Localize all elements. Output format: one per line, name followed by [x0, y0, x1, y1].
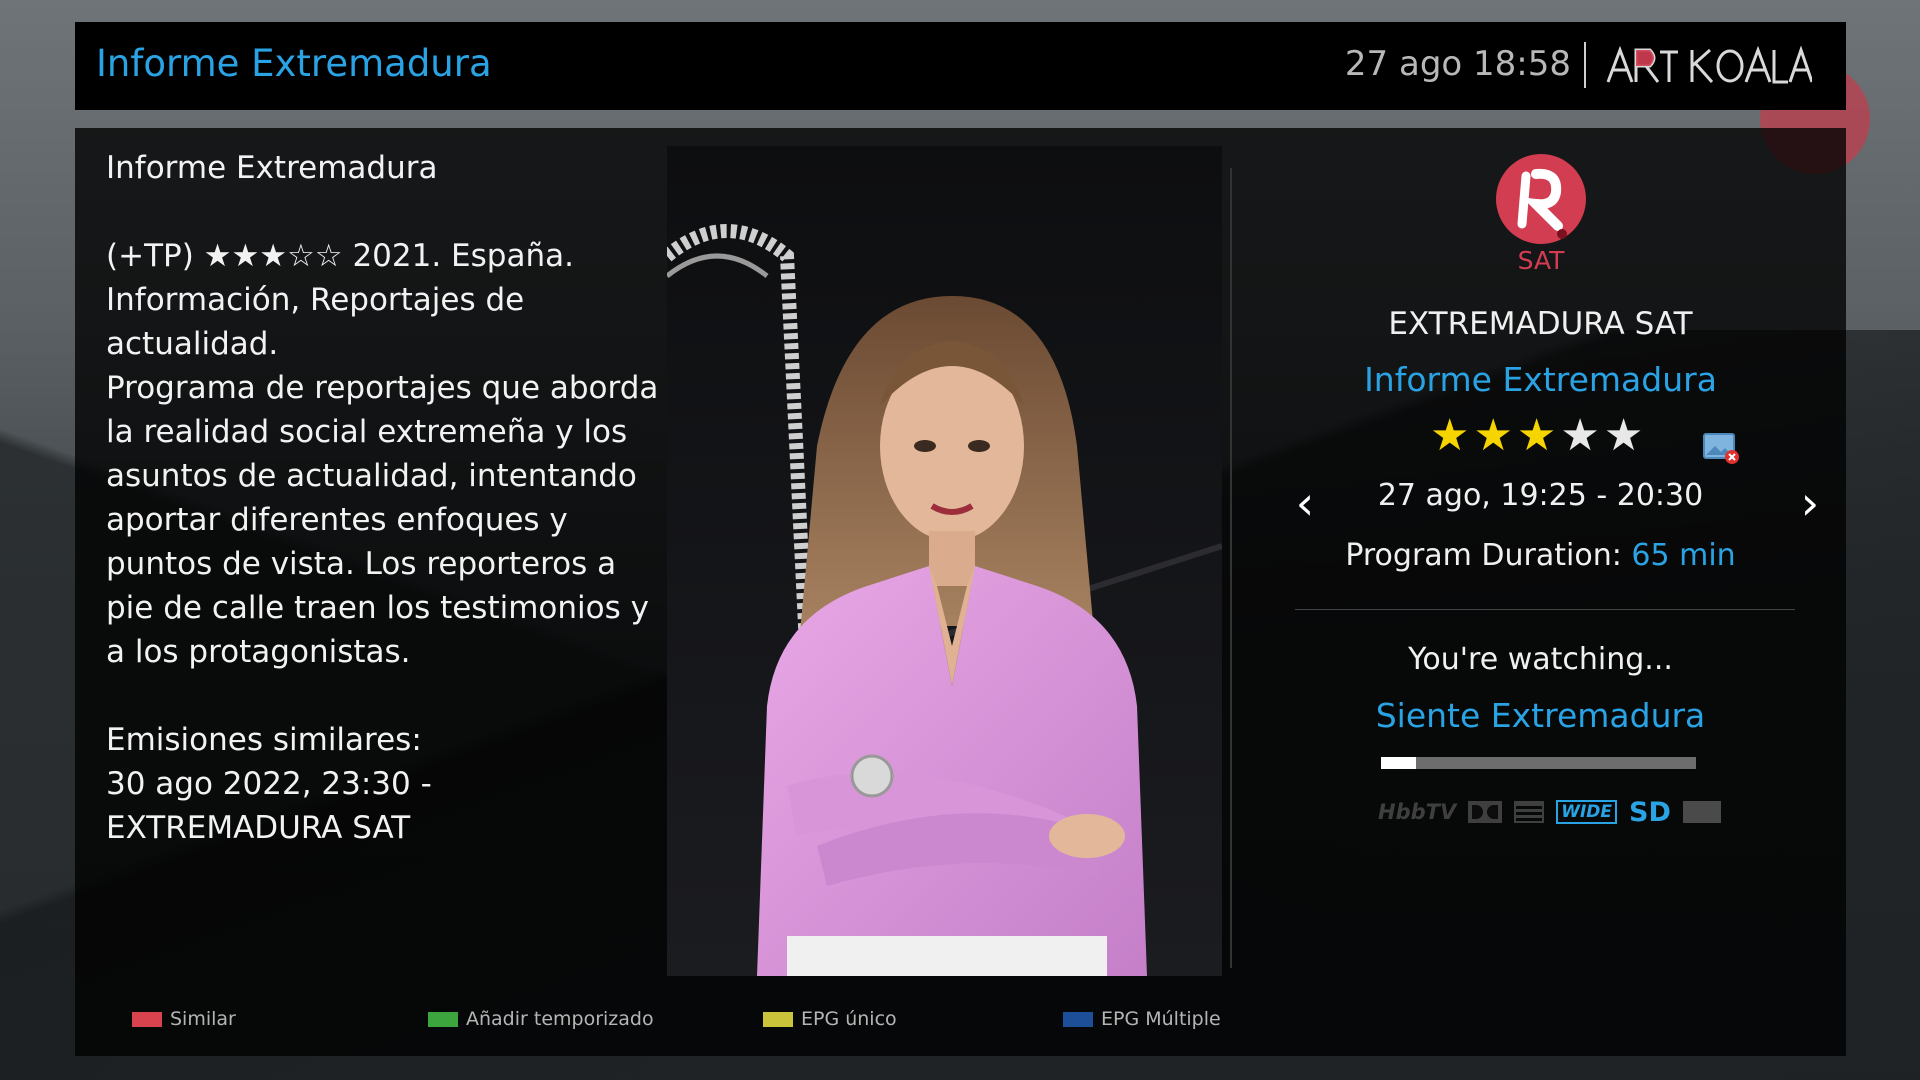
watching-progress-bar: [1381, 757, 1696, 769]
dolby-icon: [1468, 801, 1503, 823]
duration-label: Program Duration:: [1345, 538, 1622, 573]
info-description: Programa de reportajes que aborda la rea…: [106, 370, 659, 670]
green-key-icon: [428, 1011, 458, 1027]
column-divider: [1230, 168, 1232, 968]
star-filled-icon: ★: [1430, 410, 1470, 461]
yellow-button-single-epg[interactable]: EPG único: [763, 1008, 897, 1030]
watching-label: You're watching...: [1408, 642, 1673, 677]
legend-label: EPG Múltiple: [1101, 1008, 1221, 1030]
duration-value: 65 min: [1631, 538, 1736, 573]
next-event-button[interactable]: ›: [1790, 478, 1830, 528]
legend-label: EPG único: [801, 1008, 897, 1030]
no-image-icon: [1703, 433, 1739, 464]
channel-logo-label: SAT: [1517, 246, 1565, 275]
green-button-add-timer[interactable]: Añadir temporizado: [428, 1008, 654, 1030]
channel-details: SAT EXTREMADURA SAT Informe Extremadura …: [1235, 128, 1846, 988]
similar-entry[interactable]: 30 ago 2022, 23:30 - EXTREMADURA SAT: [106, 762, 666, 850]
rating-stars: ★ ★ ★ ★ ★: [1430, 414, 1643, 458]
program-title: Informe Extremadura: [1364, 360, 1717, 399]
similar-label: Emisiones similares:: [106, 722, 422, 758]
star-filled-icon: ★: [1473, 410, 1513, 461]
program-duration: Program Duration: 65 min: [1235, 538, 1846, 573]
watching-title: Siente Extremadura: [1375, 696, 1706, 735]
art-koala-logo-icon: [1606, 46, 1812, 84]
channel-name: EXTREMADURA SAT: [1388, 306, 1693, 342]
info-title: Informe Extremadura: [106, 150, 438, 186]
channel-logo-icon: [1496, 154, 1586, 244]
progress-fill: [1381, 757, 1416, 769]
star-empty-icon: ★: [1560, 410, 1600, 461]
program-description: Informe Extremadura (+TP) ★★★☆☆ 2021. Es…: [106, 146, 666, 850]
hbbtv-badge: HbbTV: [1378, 800, 1457, 824]
blue-key-icon: [1063, 1011, 1093, 1027]
info-genre: Información, Reportajes de actualidad.: [106, 282, 525, 362]
star-empty-icon: ★: [1603, 410, 1644, 461]
program-poster: [667, 146, 1222, 976]
yellow-key-icon: [763, 1011, 793, 1027]
header-divider: [1584, 42, 1586, 88]
teletext-icon: [1514, 801, 1545, 823]
widescreen-badge: WIDE: [1556, 800, 1618, 824]
legend-label: Añadir temporizado: [466, 1008, 654, 1030]
page-title: Informe Extremadura: [96, 42, 492, 85]
blue-button-multi-epg[interactable]: EPG Múltiple: [1063, 1008, 1221, 1030]
info-meta: (+TP) ★★★☆☆ 2021. España.: [106, 238, 574, 274]
red-key-icon: [132, 1011, 162, 1027]
clock: 27 ago 18:58: [1344, 44, 1571, 84]
extremadura-logo-icon: [1517, 168, 1567, 239]
color-button-legend: Similar Añadir temporizado EPG único EPG…: [75, 1000, 1846, 1040]
card-icon: [1682, 801, 1721, 823]
presenter-photo: [667, 146, 1222, 976]
brand-logo: [1606, 46, 1812, 86]
red-button-similar[interactable]: Similar: [132, 1008, 236, 1030]
service-badges: HbbTV WIDE SD: [1378, 796, 1721, 828]
section-divider: [1295, 609, 1795, 610]
star-filled-icon: ★: [1516, 410, 1557, 461]
legend-label: Similar: [170, 1008, 236, 1030]
program-info-panel: Informe Extremadura (+TP) ★★★☆☆ 2021. Es…: [75, 128, 1846, 1056]
event-time-range: 27 ago, 19:25 - 20:30: [1377, 478, 1704, 513]
header-bar: Informe Extremadura 27 ago 18:58: [75, 22, 1846, 110]
sd-badge: SD: [1629, 796, 1671, 828]
